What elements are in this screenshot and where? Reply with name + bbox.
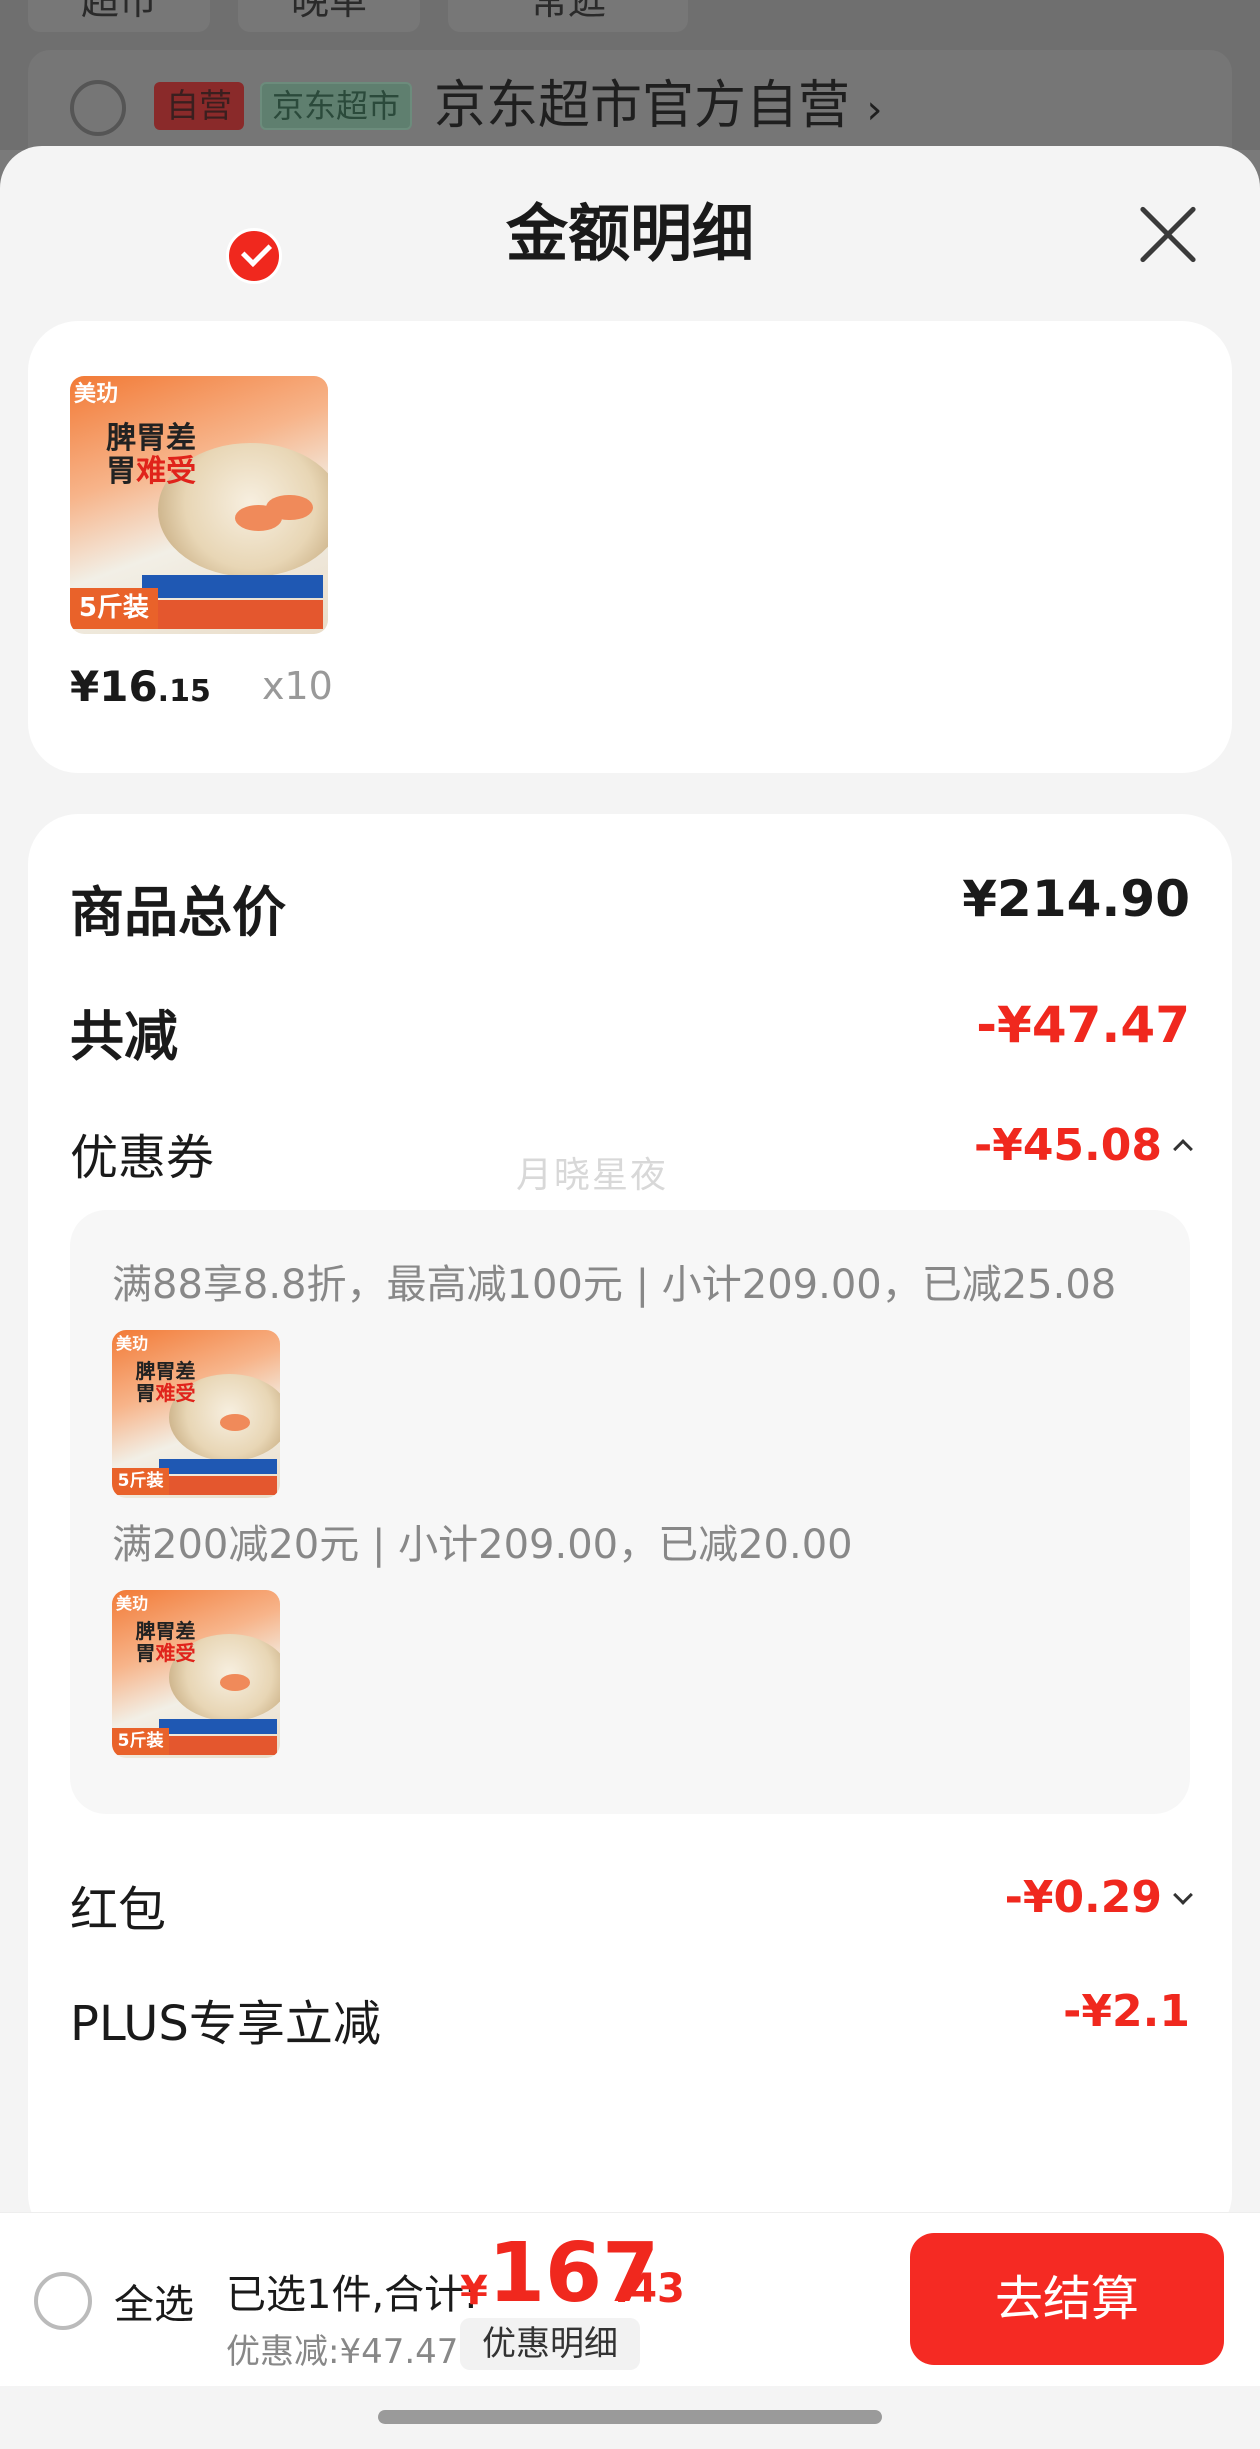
select-all-radio[interactable] — [34, 2272, 92, 2330]
checkout-button[interactable]: 去结算 — [910, 2233, 1224, 2365]
thumb-band — [142, 574, 323, 598]
discount-summary: 优惠减:¥47.47 — [226, 2332, 459, 2372]
home-indicator[interactable] — [378, 2410, 882, 2424]
sheet-title: 金额明细 — [505, 197, 754, 270]
product-image[interactable]: 美玏 脾胃差 胃难受 5斤装 — [70, 376, 328, 634]
select-all-label[interactable]: 全选 — [114, 2272, 194, 2330]
item-price: ¥16.15 — [70, 662, 211, 711]
thumb-pack: 5斤装 — [70, 587, 158, 629]
total-currency: ¥ — [460, 2268, 488, 2314]
red-packet-toggle[interactable]: -¥0.29 — [1005, 1872, 1193, 1923]
plus-discount-value: -¥2.1 — [1063, 1986, 1190, 2037]
coupon-rule: 满200减20元 | 小计209.00，已减20.00 — [112, 1522, 853, 1568]
total-amount-decimal: .43 — [614, 2266, 685, 2312]
close-icon[interactable] — [1136, 202, 1200, 266]
background-tabs: 超市 晚单 常逛 — [0, 0, 1260, 34]
bg-tab: 晚单 — [238, 0, 420, 32]
summary-label: 已选1件,合计: — [226, 2272, 478, 2318]
total-reduce-label: 共减 — [70, 1005, 178, 1068]
total-price-label: 商品总价 — [70, 881, 286, 944]
discount-detail-button[interactable]: 优惠明细 — [460, 2318, 640, 2370]
thumb-headline: 脾胃差 胃难受 — [106, 421, 197, 490]
selected-check-icon[interactable] — [226, 228, 282, 284]
jd-market-tag: 京东超市 — [260, 82, 413, 130]
thumb-brand: 美玏 — [74, 382, 119, 407]
item-quantity: x10 — [262, 664, 333, 708]
coupon-label: 优惠券 — [70, 1130, 215, 1186]
thumb-band — [152, 600, 323, 629]
coupon-product-image: 美玏 脾胃差 胃难受 5斤装 — [112, 1330, 280, 1498]
bg-tab: 常逛 — [448, 0, 688, 32]
chevron-up-icon — [1173, 1139, 1193, 1159]
plus-discount-label: PLUS专享立减 — [70, 1996, 381, 2052]
chevron-down-icon — [1173, 1885, 1193, 1905]
bg-tab: 超市 — [28, 0, 210, 32]
coupon-rule: 满88享8.8折，最高减100元 | 小计209.00，已减25.08 — [112, 1262, 1117, 1308]
thumb-shrimp — [266, 494, 313, 521]
store-name: 京东超市官方自营 › — [434, 76, 883, 136]
watermark: 月晓星夜 — [516, 1155, 669, 1196]
total-reduce-value: -¥47.47 — [976, 996, 1190, 1054]
store-radio — [70, 80, 126, 136]
total-price-value: ¥214.90 — [962, 870, 1190, 928]
red-packet-label: 红包 — [70, 1882, 167, 1938]
coupon-toggle[interactable]: -¥45.08 — [974, 1120, 1193, 1171]
coupon-product-image: 美玏 脾胃差 胃难受 5斤装 — [112, 1590, 280, 1758]
self-operated-tag: 自营 — [154, 82, 244, 130]
